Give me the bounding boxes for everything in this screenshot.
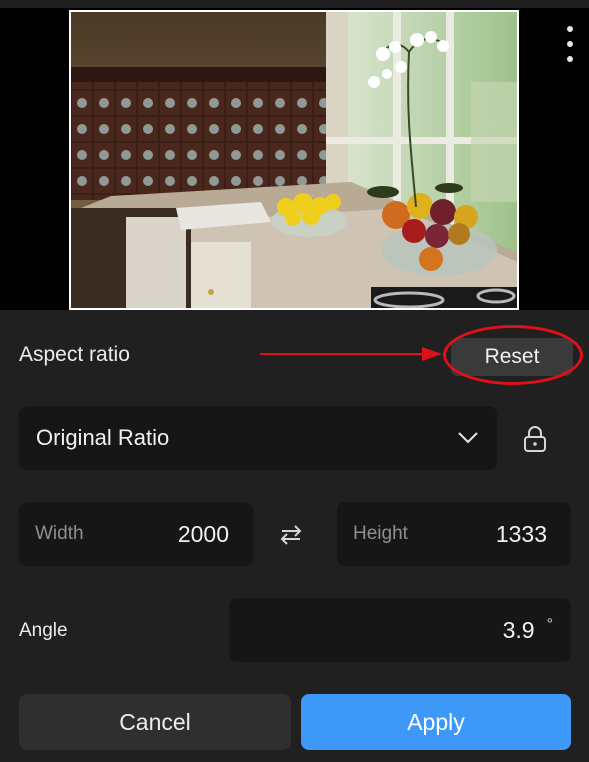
image-preview-area: [0, 0, 589, 310]
aspect-ratio-value: Original Ratio: [36, 425, 170, 450]
height-label: Height: [353, 523, 408, 544]
aspect-ratio-label: Aspect ratio: [19, 343, 130, 366]
cancel-button[interactable]: Cancel: [19, 694, 291, 750]
apply-button[interactable]: Apply: [301, 694, 571, 750]
height-field[interactable]: Height 1333: [337, 502, 571, 566]
lock-aspect-icon[interactable]: [520, 424, 550, 454]
angle-unit: °: [546, 616, 553, 633]
preview-image: [69, 10, 519, 310]
top-strip: [0, 0, 589, 8]
annotation-arrow-icon: [260, 347, 442, 361]
height-value: 1333: [495, 520, 547, 547]
angle-label: Angle: [19, 620, 68, 641]
chevron-down-icon: [458, 432, 478, 444]
reset-button[interactable]: Reset: [451, 338, 573, 376]
angle-value: 3.9: [502, 616, 535, 643]
angle-field[interactable]: 3.9 °: [229, 598, 571, 662]
width-value: 2000: [177, 520, 229, 547]
width-label: Width: [35, 523, 84, 544]
more-options-button[interactable]: [556, 24, 584, 64]
swap-dimensions-icon[interactable]: [276, 520, 306, 550]
more-vertical-icon: [567, 26, 573, 32]
width-field[interactable]: Width 2000: [19, 502, 253, 566]
aspect-ratio-select[interactable]: Original Ratio: [19, 406, 497, 470]
crop-settings-panel: Aspect ratio Reset Original Ratio Width …: [0, 310, 589, 762]
